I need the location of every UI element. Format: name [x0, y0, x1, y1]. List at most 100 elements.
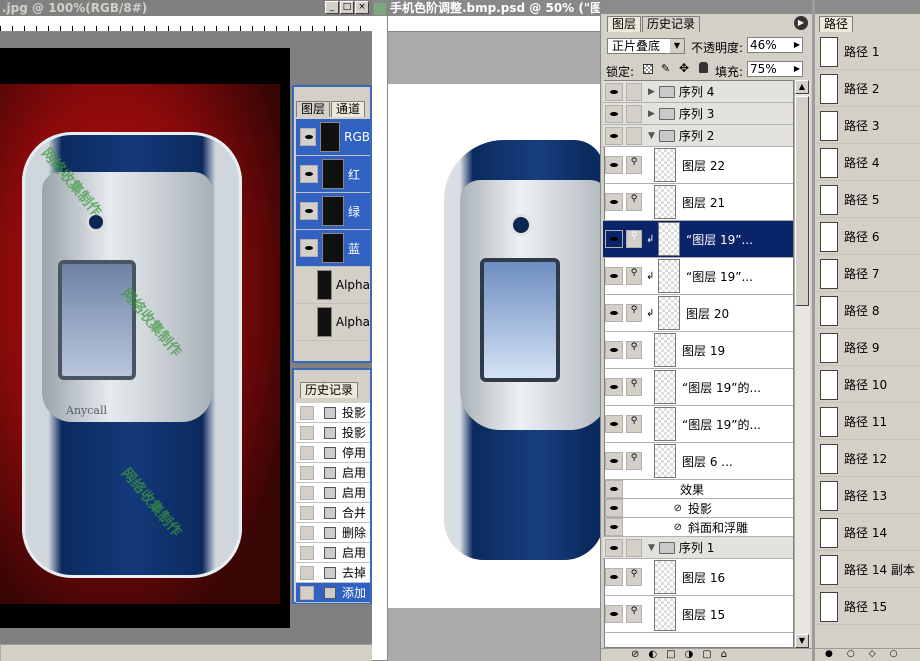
lock-all-icon[interactable]	[699, 62, 708, 73]
path-row[interactable]: 路径 15	[816, 589, 920, 625]
path-row[interactable]: 路径 10	[816, 367, 920, 403]
layer-row[interactable]: ⚲ “图层 19”的...	[603, 369, 793, 406]
visibility-eye-icon[interactable]	[605, 104, 623, 123]
layer-row[interactable]: ⚲ 图层 19	[603, 332, 793, 369]
visibility-eye-icon[interactable]	[605, 480, 623, 498]
layers-scrollbar[interactable]: ▲ ▼	[794, 80, 810, 648]
layer-row[interactable]: ⚲ ↲ “图层 19”...	[603, 258, 793, 295]
history-snapshot-checkbox[interactable]	[300, 525, 314, 540]
horizontal-scrollbar[interactable]	[0, 644, 372, 661]
link-toggle[interactable]: ⚲	[626, 452, 642, 470]
history-item[interactable]: 启用	[296, 483, 370, 503]
history-snapshot-checkbox[interactable]	[300, 465, 314, 480]
visibility-eye-icon[interactable]	[605, 518, 623, 536]
layer-row[interactable]: ⚲ ↲ 图层 20	[603, 295, 793, 332]
link-toggle[interactable]: ⚲	[626, 156, 642, 174]
tab-layers[interactable]: 图层	[607, 16, 642, 32]
link-toggle[interactable]: ⚲	[626, 568, 642, 586]
path-row[interactable]: 路径 7	[816, 256, 920, 292]
layer-effect-row[interactable]: ⊘ 斜面和浮雕	[603, 518, 793, 537]
chevron-right-icon[interactable]: ▶	[648, 87, 655, 97]
path-row[interactable]: 路径 3	[816, 108, 920, 144]
visibility-eye-icon[interactable]	[605, 193, 623, 211]
history-item[interactable]: 停用	[296, 443, 370, 463]
visibility-eye-icon[interactable]	[300, 128, 317, 146]
layer-row[interactable]: ⚲ “图层 19”的...	[603, 406, 793, 443]
path-row[interactable]: 路径 2	[816, 71, 920, 107]
visibility-eye-icon[interactable]	[605, 378, 623, 396]
chevron-down-icon[interactable]: ▼	[648, 131, 655, 141]
visibility-eye-icon[interactable]	[605, 568, 623, 586]
chevron-down-icon[interactable]: ▼	[648, 543, 655, 553]
layer-effect-row[interactable]: ⊘ 投影	[603, 499, 793, 518]
layer-row[interactable]: ⚲ 图层 21	[603, 184, 793, 221]
visibility-eye-icon[interactable]	[605, 538, 623, 557]
scroll-down-button[interactable]: ▼	[795, 634, 809, 648]
path-row[interactable]: 路径 9	[816, 330, 920, 366]
layer-row[interactable]: ⚲ 图层 15	[603, 596, 793, 633]
window-title[interactable]: 手机色阶调整.bmp.psd @ 50% ("图层	[372, 0, 602, 16]
link-toggle[interactable]: ⚲	[626, 304, 642, 322]
lock-image-icon[interactable]: ✎	[661, 62, 670, 75]
blend-mode-select[interactable]: 正片叠底 ▼	[607, 38, 685, 54]
visibility-eye-icon[interactable]	[605, 415, 623, 433]
visibility-eye-icon[interactable]	[605, 82, 623, 101]
visibility-eye-icon[interactable]	[605, 452, 623, 470]
link-toggle[interactable]	[626, 538, 642, 557]
window-title[interactable]: .jpg @ 100%(RGB/8#)	[0, 0, 372, 16]
path-row[interactable]: 路径 5	[816, 182, 920, 218]
layer-group-row[interactable]: ▼ 序列 2	[603, 125, 793, 147]
visibility-eye-icon[interactable]	[605, 230, 623, 248]
canvas-area[interactable]	[388, 84, 610, 608]
layer-effect-row[interactable]: 效果	[603, 480, 793, 499]
layer-row[interactable]: ⚲ 图层 16	[603, 559, 793, 596]
minimize-button[interactable]: _	[325, 1, 339, 14]
tab-history[interactable]: 历史记录	[642, 16, 701, 32]
visibility-eye-icon[interactable]	[605, 156, 623, 174]
layer-group-row[interactable]: ▶ 序列 4	[603, 81, 793, 103]
tab-channels[interactable]: 通道	[331, 101, 366, 117]
path-row[interactable]: 路径 11	[816, 404, 920, 440]
visibility-eye-icon[interactable]	[300, 202, 318, 220]
visibility-eye-icon[interactable]	[300, 239, 318, 257]
history-item[interactable]: 启用	[296, 463, 370, 483]
path-row[interactable]: 路径 6	[816, 219, 920, 255]
panel-menu-icon[interactable]: ▶	[794, 16, 808, 30]
channel-row[interactable]: RGB	[296, 119, 370, 156]
path-row[interactable]: 路径 1	[816, 34, 920, 70]
layer-row[interactable]: ⚲ ↲ “图层 19”...	[603, 221, 793, 258]
path-row[interactable]: 路径 14	[816, 515, 920, 551]
layer-row[interactable]: ⚲ 图层 6 ...	[603, 443, 793, 480]
lock-transparency-icon[interactable]	[643, 64, 653, 74]
history-item[interactable]: 合并	[296, 503, 370, 523]
chevron-right-icon[interactable]: ▶	[648, 109, 655, 119]
tab-layers[interactable]: 图层	[296, 101, 331, 117]
path-row[interactable]: 路径 13	[816, 478, 920, 514]
lock-position-icon[interactable]: ✥	[679, 61, 689, 75]
visibility-eye-icon[interactable]	[605, 499, 623, 517]
layer-group-row[interactable]: ▼ 序列 1	[603, 537, 793, 559]
link-toggle[interactable]: ⚲	[626, 230, 642, 248]
history-item[interactable]: 投影	[296, 403, 370, 423]
visibility-eye-icon[interactable]	[300, 165, 318, 183]
link-toggle[interactable]	[626, 104, 642, 123]
history-snapshot-checkbox[interactable]	[300, 545, 314, 560]
history-item[interactable]: 去掉	[296, 563, 370, 583]
history-item[interactable]: 添加	[296, 583, 370, 603]
visibility-eye-icon[interactable]	[605, 267, 623, 285]
channel-row[interactable]: 红	[296, 156, 370, 193]
history-item[interactable]: 启用	[296, 543, 370, 563]
link-toggle[interactable]: ⚲	[626, 415, 642, 433]
channel-row[interactable]: 蓝	[296, 230, 370, 267]
link-toggle[interactable]: ⚲	[626, 341, 642, 359]
path-row[interactable]: 路径 12	[816, 441, 920, 477]
link-toggle[interactable]: ⚲	[626, 605, 642, 623]
tab-history[interactable]: 历史记录	[300, 382, 359, 398]
link-toggle[interactable]: ⚲	[626, 193, 642, 211]
visibility-eye-icon[interactable]	[605, 126, 623, 145]
history-snapshot-checkbox[interactable]	[300, 505, 314, 520]
tab-paths[interactable]: 路径	[819, 16, 854, 32]
history-snapshot-checkbox[interactable]	[300, 405, 314, 420]
layer-row[interactable]: ⚲ 图层 22	[603, 147, 793, 184]
history-snapshot-checkbox[interactable]	[300, 585, 314, 600]
